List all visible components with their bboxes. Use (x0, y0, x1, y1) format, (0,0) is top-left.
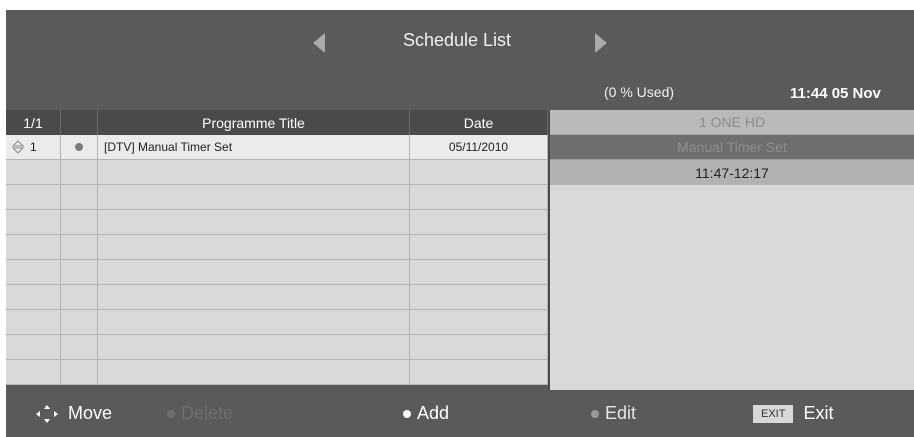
delete-label: Delete (181, 403, 234, 423)
empty-cell (410, 160, 548, 184)
table-header: 1/1 Programme Title Date (6, 110, 548, 135)
table-row (6, 185, 548, 210)
table-row (6, 260, 548, 285)
empty-cell (6, 160, 61, 184)
move-label: Move (68, 403, 113, 423)
table-row (6, 335, 548, 360)
edit-key-dot-icon (591, 409, 599, 418)
row-index-cell: 1 (6, 135, 61, 159)
delete-key-dot-icon (167, 409, 175, 418)
programme-detail-panel: 1 ONE HD Manual Timer Set 11:47-12:17 (548, 110, 914, 390)
add-key-dot-icon (403, 409, 411, 418)
empty-cell (410, 310, 548, 334)
empty-cell (410, 210, 548, 234)
exit-hint[interactable]: EXIT Exit (753, 403, 833, 424)
status-dot-icon (75, 143, 83, 151)
empty-cell (6, 235, 61, 259)
delete-hint: Delete (167, 403, 233, 424)
key-help-bar: Move Delete Add Edit EXIT Exit (6, 390, 914, 437)
empty-cell (410, 235, 548, 259)
schedule-list-screen: Schedule List (0 % Used) 11:44 05 Nov 1/… (6, 10, 914, 437)
detail-programme-name: Manual Timer Set (550, 135, 914, 160)
empty-cell (98, 310, 410, 334)
page-title: Schedule List (402, 30, 512, 50)
empty-cell (6, 310, 61, 334)
schedule-table: 1/1 Programme Title Date 1 [DTV] Manual … (6, 110, 548, 385)
exit-key-icon: EXIT (753, 404, 794, 423)
move-hint[interactable]: Move (34, 403, 112, 424)
empty-cell (61, 335, 98, 359)
empty-cell (410, 185, 548, 209)
table-row (6, 285, 548, 310)
clock: 11:44 05 Nov (790, 85, 881, 102)
empty-cell (61, 210, 98, 234)
column-header-title: Programme Title (98, 110, 410, 135)
empty-cell (410, 335, 548, 359)
empty-cell (98, 210, 410, 234)
edit-hint[interactable]: Edit (591, 403, 636, 424)
previous-page-arrow-icon[interactable] (313, 33, 325, 53)
next-page-arrow-icon[interactable] (595, 33, 607, 53)
empty-cell (61, 260, 98, 284)
empty-cell (61, 185, 98, 209)
empty-cell (98, 235, 410, 259)
row-index: 1 (30, 140, 37, 154)
column-header-page: 1/1 (6, 110, 61, 135)
detail-channel: 1 ONE HD (550, 110, 914, 135)
row-status-cell (61, 135, 98, 159)
empty-cell (98, 360, 410, 384)
empty-cell (98, 260, 410, 284)
add-label: Add (417, 403, 450, 423)
empty-cell (6, 260, 61, 284)
detail-time: 11:47-12:17 (550, 160, 914, 185)
empty-cell (98, 160, 410, 184)
table-row[interactable]: 1 [DTV] Manual Timer Set 05/11/2010 (6, 135, 548, 160)
empty-cell (410, 260, 548, 284)
empty-cell (6, 360, 61, 384)
empty-cell (98, 335, 410, 359)
empty-cell (6, 210, 61, 234)
table-row (6, 210, 548, 235)
programme-title: [DTV] Manual Timer Set (98, 135, 410, 159)
empty-cell (61, 235, 98, 259)
empty-cell (98, 285, 410, 309)
table-row (6, 360, 548, 385)
empty-cell (61, 310, 98, 334)
column-header-date: Date (410, 110, 548, 135)
table-row (6, 235, 548, 260)
up-down-arrows-icon (12, 140, 24, 154)
empty-cell (61, 360, 98, 384)
empty-cell (61, 160, 98, 184)
table-row (6, 160, 548, 185)
empty-cell (6, 285, 61, 309)
column-header-status (61, 110, 98, 135)
add-hint[interactable]: Add (403, 403, 449, 424)
empty-cell (6, 335, 61, 359)
table-row (6, 310, 548, 335)
storage-usage: (0 % Used) (604, 84, 675, 100)
empty-cell (410, 285, 548, 309)
edit-label: Edit (605, 403, 637, 423)
empty-cell (410, 360, 548, 384)
empty-cell (6, 185, 61, 209)
header: Schedule List (0 % Used) 11:44 05 Nov (6, 10, 914, 110)
move-arrows-icon (36, 404, 58, 423)
empty-cell (61, 285, 98, 309)
empty-cell (98, 185, 410, 209)
programme-date: 05/11/2010 (410, 135, 548, 159)
exit-label: Exit (803, 403, 834, 423)
